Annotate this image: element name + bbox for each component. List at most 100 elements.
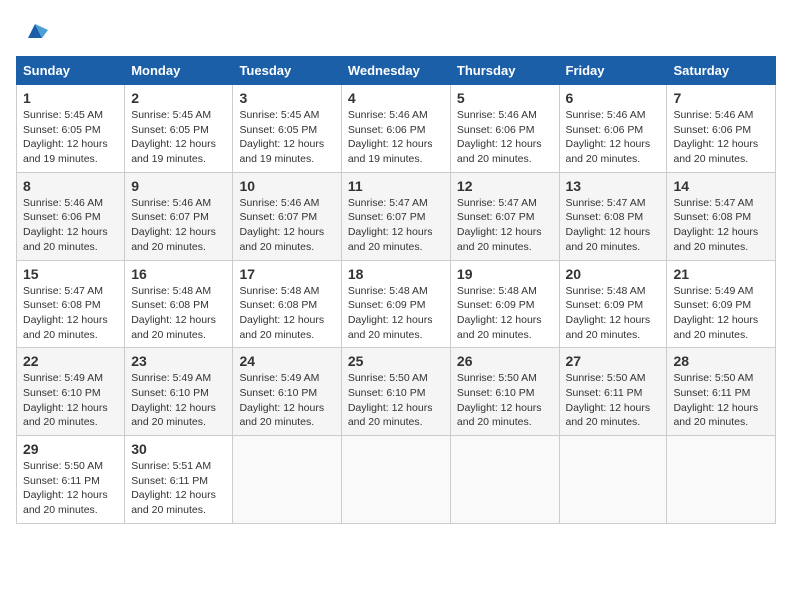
day-header-wednesday: Wednesday [341, 57, 450, 85]
day-detail: Sunrise: 5:46 AMSunset: 6:06 PMDaylight:… [457, 109, 542, 165]
day-detail: Sunrise: 5:49 AMSunset: 6:10 PMDaylight:… [131, 372, 216, 428]
day-detail: Sunrise: 5:48 AMSunset: 6:08 PMDaylight:… [131, 285, 216, 341]
calendar-day-cell: 1 Sunrise: 5:45 AMSunset: 6:05 PMDayligh… [17, 85, 125, 173]
calendar-day-cell: 24 Sunrise: 5:49 AMSunset: 6:10 PMDaylig… [233, 348, 341, 436]
calendar-day-cell: 2 Sunrise: 5:45 AMSunset: 6:05 PMDayligh… [125, 85, 233, 173]
day-number: 15 [23, 266, 118, 282]
day-number: 14 [673, 178, 769, 194]
page-header [16, 16, 776, 46]
day-detail: Sunrise: 5:45 AMSunset: 6:05 PMDaylight:… [23, 109, 108, 165]
calendar-day-cell: 9 Sunrise: 5:46 AMSunset: 6:07 PMDayligh… [125, 172, 233, 260]
day-header-friday: Friday [559, 57, 667, 85]
day-number: 30 [131, 441, 226, 457]
day-number: 20 [566, 266, 661, 282]
day-detail: Sunrise: 5:46 AMSunset: 6:06 PMDaylight:… [673, 109, 758, 165]
calendar-day-cell: 22 Sunrise: 5:49 AMSunset: 6:10 PMDaylig… [17, 348, 125, 436]
day-number: 7 [673, 90, 769, 106]
day-detail: Sunrise: 5:47 AMSunset: 6:07 PMDaylight:… [348, 197, 433, 253]
day-detail: Sunrise: 5:48 AMSunset: 6:09 PMDaylight:… [566, 285, 651, 341]
empty-cell [559, 436, 667, 524]
logo [16, 16, 50, 46]
logo-icon [20, 16, 50, 46]
calendar-day-cell: 12 Sunrise: 5:47 AMSunset: 6:07 PMDaylig… [450, 172, 559, 260]
day-detail: Sunrise: 5:49 AMSunset: 6:10 PMDaylight:… [239, 372, 324, 428]
day-number: 21 [673, 266, 769, 282]
day-number: 12 [457, 178, 553, 194]
calendar-day-cell: 3 Sunrise: 5:45 AMSunset: 6:05 PMDayligh… [233, 85, 341, 173]
empty-cell [667, 436, 776, 524]
day-number: 28 [673, 353, 769, 369]
day-detail: Sunrise: 5:48 AMSunset: 6:09 PMDaylight:… [348, 285, 433, 341]
calendar-day-cell: 13 Sunrise: 5:47 AMSunset: 6:08 PMDaylig… [559, 172, 667, 260]
day-number: 26 [457, 353, 553, 369]
calendar-week-row: 29 Sunrise: 5:50 AMSunset: 6:11 PMDaylig… [17, 436, 776, 524]
day-number: 22 [23, 353, 118, 369]
calendar-day-cell: 28 Sunrise: 5:50 AMSunset: 6:11 PMDaylig… [667, 348, 776, 436]
empty-cell [450, 436, 559, 524]
day-number: 8 [23, 178, 118, 194]
day-header-monday: Monday [125, 57, 233, 85]
day-number: 3 [239, 90, 334, 106]
day-detail: Sunrise: 5:50 AMSunset: 6:11 PMDaylight:… [566, 372, 651, 428]
day-detail: Sunrise: 5:48 AMSunset: 6:08 PMDaylight:… [239, 285, 324, 341]
day-detail: Sunrise: 5:46 AMSunset: 6:06 PMDaylight:… [566, 109, 651, 165]
day-detail: Sunrise: 5:49 AMSunset: 6:10 PMDaylight:… [23, 372, 108, 428]
day-detail: Sunrise: 5:47 AMSunset: 6:08 PMDaylight:… [23, 285, 108, 341]
day-number: 10 [239, 178, 334, 194]
calendar-day-cell: 7 Sunrise: 5:46 AMSunset: 6:06 PMDayligh… [667, 85, 776, 173]
day-detail: Sunrise: 5:50 AMSunset: 6:10 PMDaylight:… [348, 372, 433, 428]
day-number: 29 [23, 441, 118, 457]
day-detail: Sunrise: 5:47 AMSunset: 6:07 PMDaylight:… [457, 197, 542, 253]
day-detail: Sunrise: 5:47 AMSunset: 6:08 PMDaylight:… [566, 197, 651, 253]
calendar-day-cell: 19 Sunrise: 5:48 AMSunset: 6:09 PMDaylig… [450, 260, 559, 348]
day-number: 19 [457, 266, 553, 282]
day-detail: Sunrise: 5:45 AMSunset: 6:05 PMDaylight:… [131, 109, 216, 165]
day-detail: Sunrise: 5:46 AMSunset: 6:07 PMDaylight:… [239, 197, 324, 253]
calendar-day-cell: 14 Sunrise: 5:47 AMSunset: 6:08 PMDaylig… [667, 172, 776, 260]
calendar-header-row: SundayMondayTuesdayWednesdayThursdayFrid… [17, 57, 776, 85]
day-number: 2 [131, 90, 226, 106]
calendar-day-cell: 16 Sunrise: 5:48 AMSunset: 6:08 PMDaylig… [125, 260, 233, 348]
calendar-day-cell: 17 Sunrise: 5:48 AMSunset: 6:08 PMDaylig… [233, 260, 341, 348]
day-header-thursday: Thursday [450, 57, 559, 85]
calendar-day-cell: 18 Sunrise: 5:48 AMSunset: 6:09 PMDaylig… [341, 260, 450, 348]
calendar-day-cell: 21 Sunrise: 5:49 AMSunset: 6:09 PMDaylig… [667, 260, 776, 348]
day-detail: Sunrise: 5:50 AMSunset: 6:11 PMDaylight:… [673, 372, 758, 428]
calendar-week-row: 8 Sunrise: 5:46 AMSunset: 6:06 PMDayligh… [17, 172, 776, 260]
day-number: 24 [239, 353, 334, 369]
calendar-day-cell: 29 Sunrise: 5:50 AMSunset: 6:11 PMDaylig… [17, 436, 125, 524]
day-number: 11 [348, 178, 444, 194]
calendar-day-cell: 20 Sunrise: 5:48 AMSunset: 6:09 PMDaylig… [559, 260, 667, 348]
day-number: 1 [23, 90, 118, 106]
day-number: 25 [348, 353, 444, 369]
day-detail: Sunrise: 5:47 AMSunset: 6:08 PMDaylight:… [673, 197, 758, 253]
calendar-day-cell: 4 Sunrise: 5:46 AMSunset: 6:06 PMDayligh… [341, 85, 450, 173]
day-number: 6 [566, 90, 661, 106]
day-detail: Sunrise: 5:46 AMSunset: 6:06 PMDaylight:… [23, 197, 108, 253]
calendar-day-cell: 11 Sunrise: 5:47 AMSunset: 6:07 PMDaylig… [341, 172, 450, 260]
calendar-day-cell: 27 Sunrise: 5:50 AMSunset: 6:11 PMDaylig… [559, 348, 667, 436]
day-detail: Sunrise: 5:51 AMSunset: 6:11 PMDaylight:… [131, 460, 216, 516]
day-header-sunday: Sunday [17, 57, 125, 85]
day-header-tuesday: Tuesday [233, 57, 341, 85]
day-detail: Sunrise: 5:48 AMSunset: 6:09 PMDaylight:… [457, 285, 542, 341]
empty-cell [341, 436, 450, 524]
calendar-day-cell: 8 Sunrise: 5:46 AMSunset: 6:06 PMDayligh… [17, 172, 125, 260]
calendar-day-cell: 30 Sunrise: 5:51 AMSunset: 6:11 PMDaylig… [125, 436, 233, 524]
calendar-day-cell: 6 Sunrise: 5:46 AMSunset: 6:06 PMDayligh… [559, 85, 667, 173]
day-number: 4 [348, 90, 444, 106]
calendar-day-cell: 25 Sunrise: 5:50 AMSunset: 6:10 PMDaylig… [341, 348, 450, 436]
day-number: 17 [239, 266, 334, 282]
day-number: 18 [348, 266, 444, 282]
day-number: 13 [566, 178, 661, 194]
calendar-day-cell: 15 Sunrise: 5:47 AMSunset: 6:08 PMDaylig… [17, 260, 125, 348]
day-detail: Sunrise: 5:49 AMSunset: 6:09 PMDaylight:… [673, 285, 758, 341]
calendar-week-row: 1 Sunrise: 5:45 AMSunset: 6:05 PMDayligh… [17, 85, 776, 173]
day-number: 23 [131, 353, 226, 369]
day-header-saturday: Saturday [667, 57, 776, 85]
calendar-day-cell: 10 Sunrise: 5:46 AMSunset: 6:07 PMDaylig… [233, 172, 341, 260]
day-detail: Sunrise: 5:45 AMSunset: 6:05 PMDaylight:… [239, 109, 324, 165]
day-detail: Sunrise: 5:50 AMSunset: 6:11 PMDaylight:… [23, 460, 108, 516]
calendar-day-cell: 23 Sunrise: 5:49 AMSunset: 6:10 PMDaylig… [125, 348, 233, 436]
day-number: 9 [131, 178, 226, 194]
